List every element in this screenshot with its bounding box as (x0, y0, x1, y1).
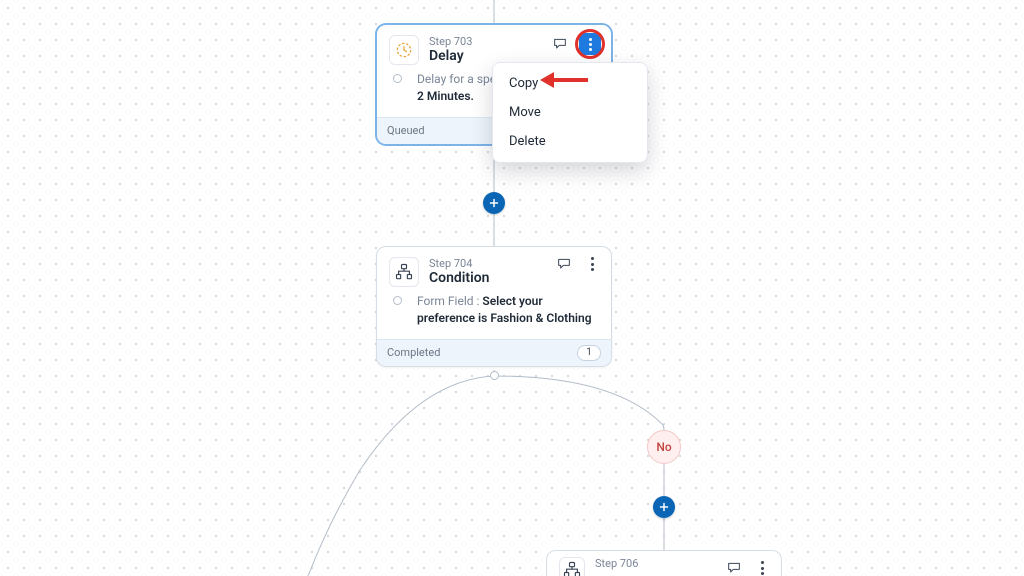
branch-label-no: No (647, 430, 681, 464)
menu-item-move[interactable]: Move (493, 98, 647, 127)
comment-icon[interactable] (725, 559, 743, 576)
step-id: Step 703 (429, 35, 472, 48)
step-title: Condition (429, 270, 490, 287)
step-id: Step 704 (429, 257, 490, 270)
menu-item-copy[interactable]: Copy (493, 69, 647, 98)
menu-item-delete[interactable]: Delete (493, 127, 647, 156)
bullet-icon (393, 296, 402, 305)
out-handle-condition[interactable] (490, 371, 499, 380)
condition-icon (389, 257, 419, 287)
footer-status: Completed (387, 346, 440, 359)
add-step-button-branch[interactable] (653, 496, 675, 518)
context-menu: Copy Move Delete (492, 62, 648, 163)
bullet-icon (393, 74, 402, 83)
footer-status: Queued (387, 124, 425, 137)
comment-icon[interactable] (551, 35, 569, 53)
footer-count: 1 (577, 345, 601, 361)
comment-icon[interactable] (555, 255, 573, 273)
step-title: Delay (429, 48, 472, 65)
node-condition[interactable]: Step 704 Condition Form Field : Select y… (376, 246, 612, 367)
node-peek[interactable]: Step 706 (546, 550, 782, 576)
step-id: Step 706 (595, 557, 638, 570)
more-menu-button[interactable] (579, 33, 601, 55)
body-prefix: Form Field : (417, 294, 482, 308)
more-menu-button[interactable] (753, 559, 771, 576)
delay-icon (389, 35, 419, 65)
more-menu-button[interactable] (583, 255, 601, 273)
add-step-button[interactable] (483, 192, 505, 214)
condition-icon (559, 557, 585, 576)
